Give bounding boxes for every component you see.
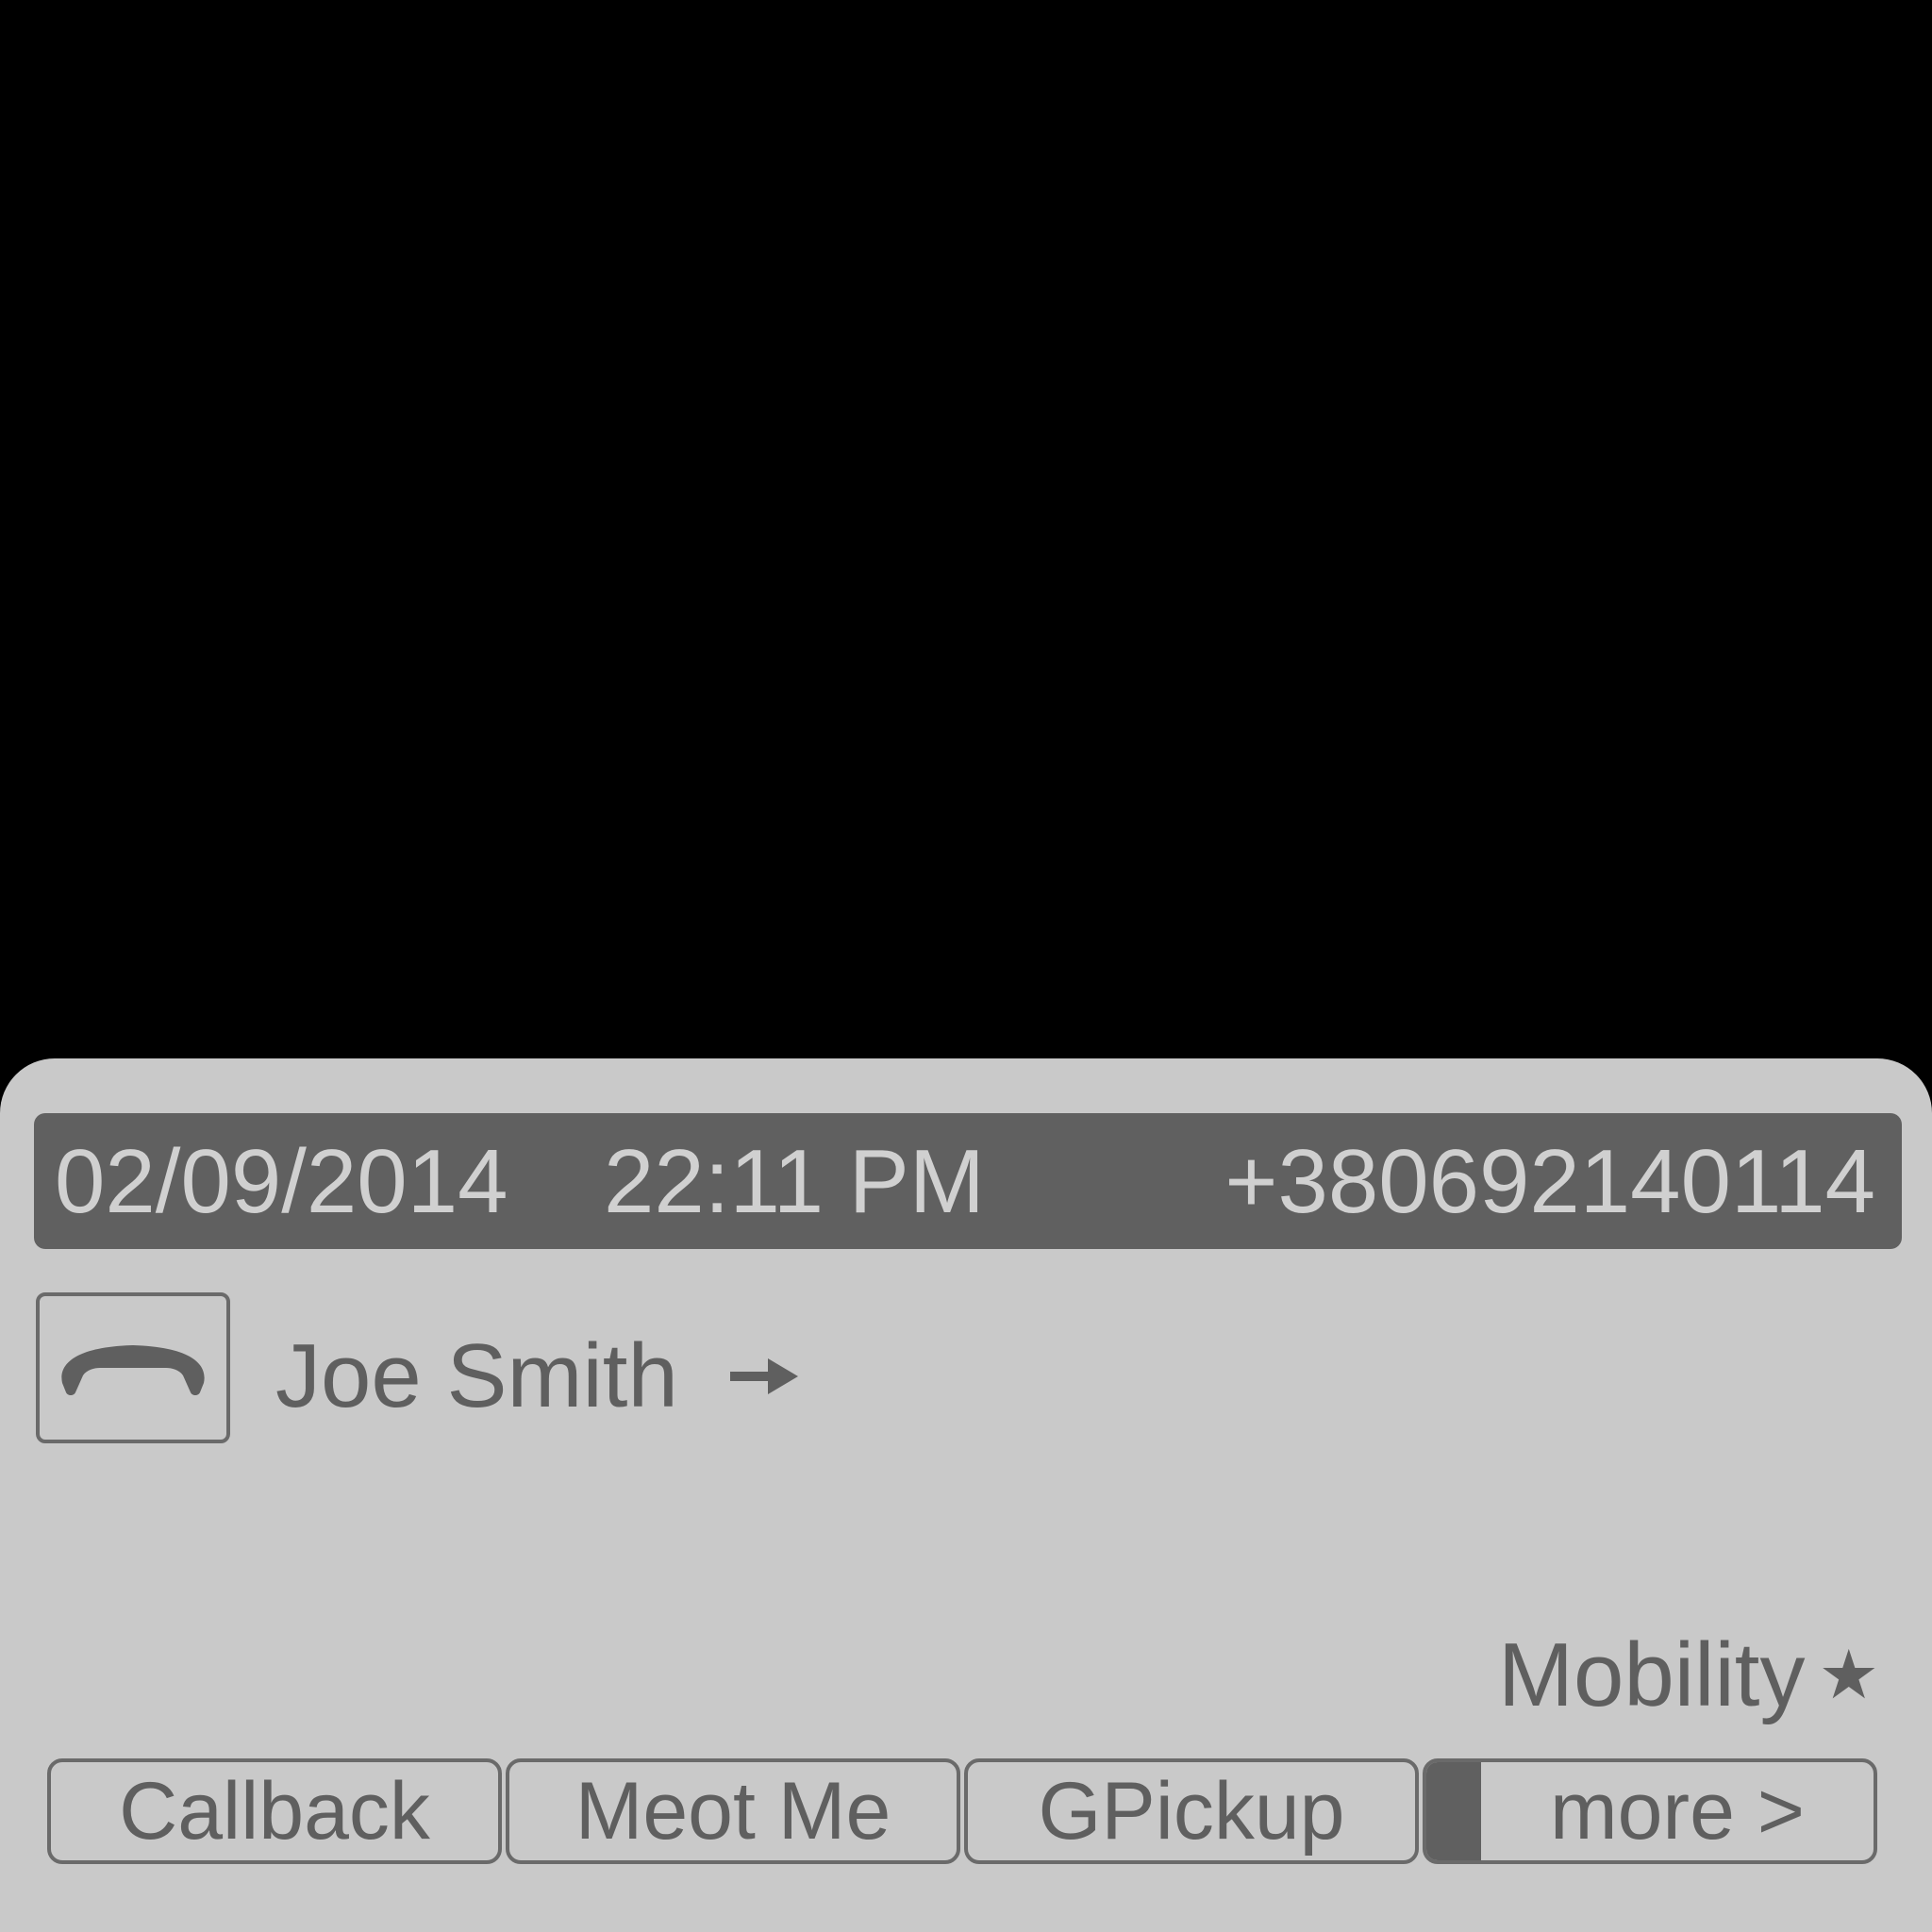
gpickup-softkey[interactable]: GPickup [964, 1758, 1419, 1864]
phone-number-text: +380692140114 [1224, 1131, 1875, 1232]
mobility-label: Mobility [1498, 1624, 1806, 1725]
line-key-button[interactable] [36, 1292, 230, 1443]
more-softkey[interactable]: more > [1423, 1758, 1877, 1864]
gpickup-label: GPickup [1038, 1766, 1345, 1857]
meet-me-softkey[interactable]: Meot Me [506, 1758, 960, 1864]
more-label: more > [1549, 1766, 1806, 1857]
caller-name: Joe Smith [275, 1325, 678, 1426]
more-softkey-tab [1426, 1762, 1481, 1860]
header-bar: 02/09/2014 22:11 PM +380692140114 [34, 1113, 1902, 1249]
callback-softkey[interactable]: Callback [47, 1758, 502, 1864]
date-text: 02/09/2014 [55, 1131, 508, 1232]
callback-label: Callback [119, 1766, 430, 1857]
arrow-right-icon [730, 1358, 798, 1394]
phone-screen: 02/09/2014 22:11 PM +380692140114 Joe Sm… [0, 1058, 1932, 1932]
softkey-bar: Callback Meot Me GPickup more > [47, 1758, 1877, 1868]
mobility-status: Mobility ★ [1498, 1623, 1879, 1727]
handset-icon [61, 1345, 205, 1395]
star-icon: ★ [1818, 1635, 1879, 1714]
meet-me-label: Meot Me [575, 1766, 891, 1857]
time-text: 22:11 PM [604, 1131, 985, 1232]
